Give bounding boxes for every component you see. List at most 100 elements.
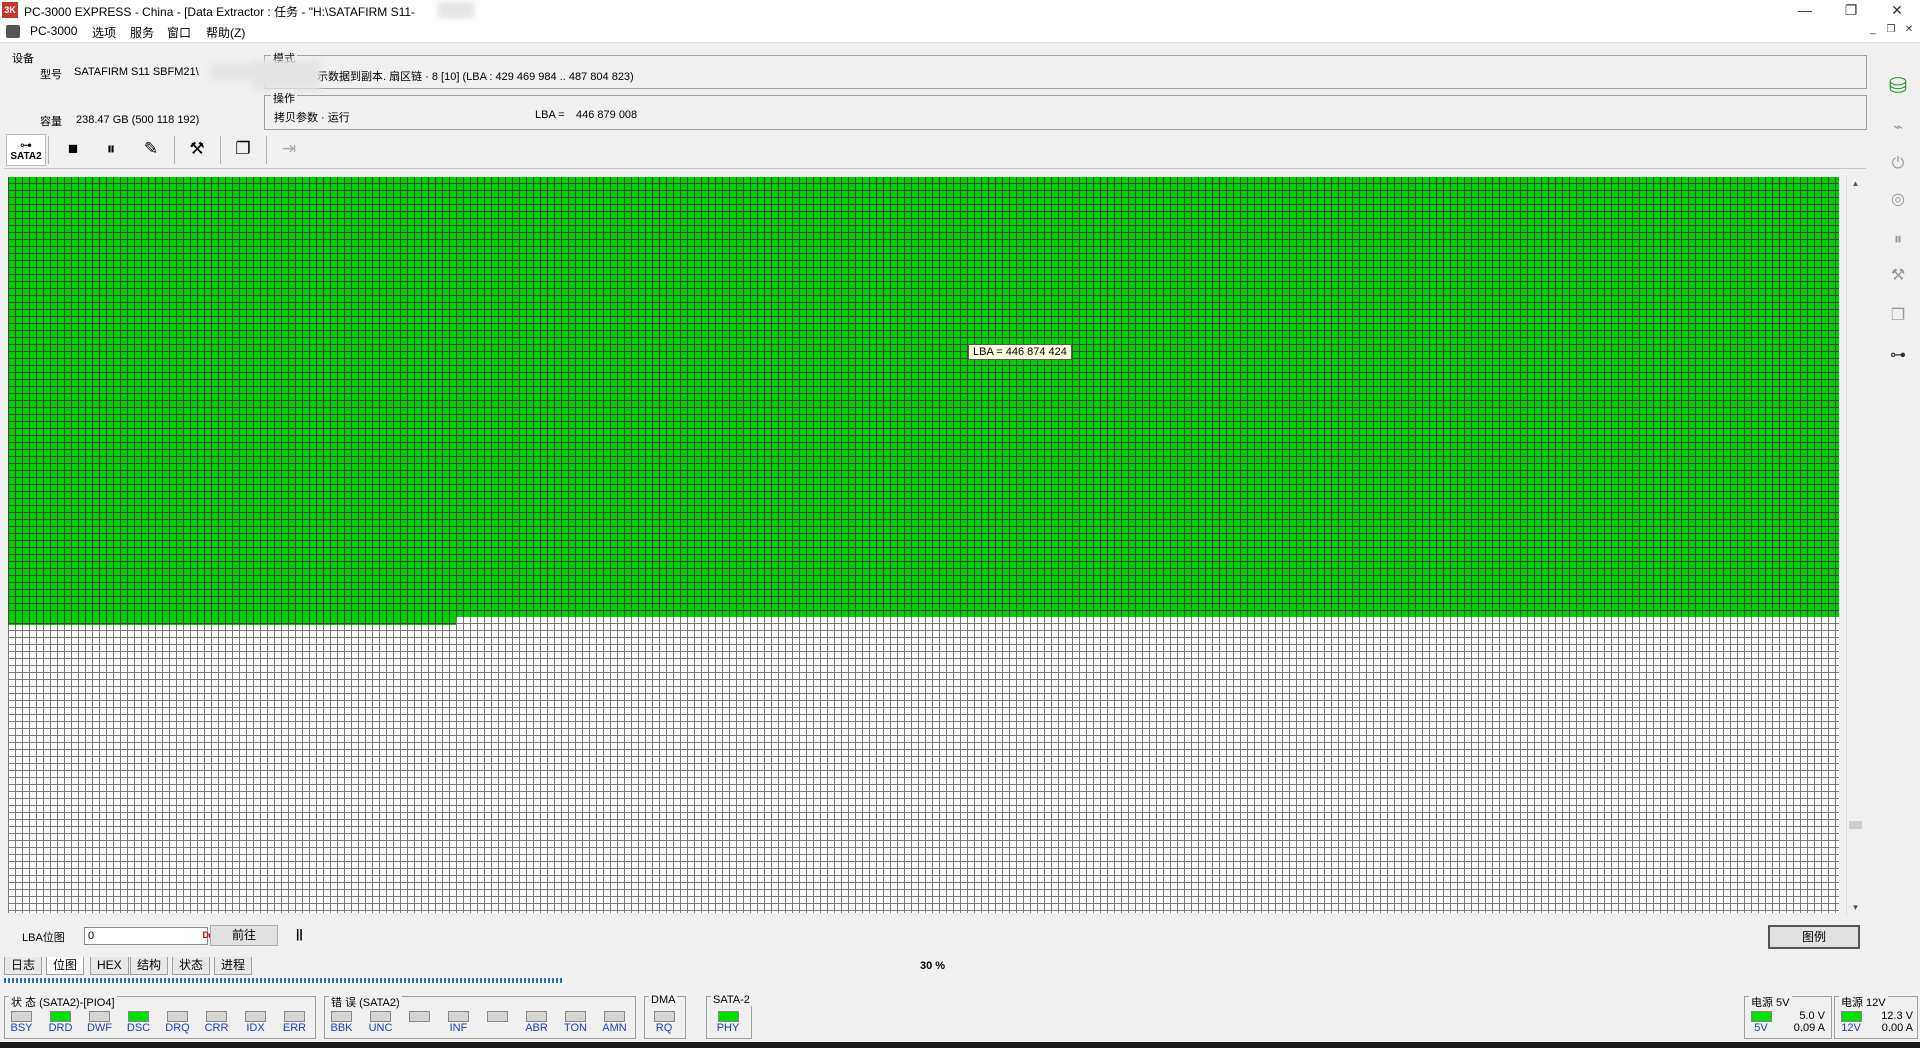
power-control-icon[interactable]: ⏻ (1884, 150, 1912, 178)
tab-structure[interactable]: 结构 (130, 957, 169, 975)
operation-group-label: 操作 (271, 90, 297, 106)
sector-map-pending-area (8, 617, 1839, 913)
state-led-label: DRQ (165, 1022, 190, 1034)
copy-button[interactable]: ❐ (226, 134, 260, 164)
exit-icon: ⇥ (281, 139, 297, 158)
stop-icon: ■ (67, 139, 79, 158)
tools-button[interactable]: ⚒ (180, 134, 214, 164)
side-pause-icon[interactable]: ⏸ (1884, 226, 1912, 254)
state-led-idx (245, 1011, 266, 1022)
close-button[interactable]: ✕ (1874, 0, 1920, 21)
power-off-icon[interactable]: ◎ (1884, 186, 1912, 214)
sector-bitmap[interactable] (8, 177, 1839, 913)
device-group-label: 设备 (12, 53, 34, 65)
scroll-thumb[interactable] (1849, 821, 1862, 829)
sata-connector-icon: ⊶ (20, 138, 32, 152)
tab-process[interactable]: 进程 (214, 957, 253, 975)
error-led-abr (526, 1011, 547, 1022)
exit-button[interactable]: ⇥ (272, 134, 306, 164)
sata-group-title: SATA-2 (711, 994, 752, 1006)
dma-group-title: DMA (649, 994, 678, 1006)
operation-value: 拷贝参数 · 运行 (274, 112, 350, 124)
menu-help[interactable]: 帮助(Z) (206, 24, 245, 41)
reset-icon[interactable]: ⌁ (1884, 114, 1912, 142)
mdi-close-button[interactable]: ✕ (1902, 24, 1916, 37)
sector-map-read-area (8, 177, 1839, 617)
error-led-amn (604, 1011, 625, 1022)
led-5v-label: 5V (1754, 1022, 1768, 1034)
legend-button[interactable]: 图例 (1768, 925, 1860, 949)
sata-cable-icon[interactable]: ⊶ (1884, 342, 1912, 370)
menu-pc3000[interactable]: PC-3000 (30, 24, 77, 38)
scroll-up-arrow-icon[interactable]: ▲ (1847, 175, 1864, 192)
scroll-down-arrow-icon[interactable]: ▼ (1847, 899, 1864, 916)
progress-percent-text: 30 % (920, 960, 946, 972)
copy-disabled-icon[interactable]: ❐ (1884, 302, 1912, 330)
error-led-inf (448, 1011, 469, 1022)
sata2-port-button[interactable]: ⊶ SATA2 (6, 134, 46, 166)
capacity-label: 容量 (40, 116, 62, 128)
edit-document-icon: ✎ (143, 139, 159, 158)
window-title: PC-3000 EXPRESS - China - [Data Extracto… (24, 5, 416, 19)
mdi-app-icon[interactable] (6, 25, 20, 38)
menu-service[interactable]: 服务 (130, 24, 154, 41)
power-12v-title: 电源 12V (1839, 994, 1888, 1010)
error-led-ton (565, 1011, 586, 1022)
error-indicator-group: 错 误 (SATA2) BBK UNC INF ABR TON AMN (324, 994, 636, 1039)
toolbar-separator (220, 136, 221, 164)
mdi-restore-button[interactable]: ❐ (1884, 24, 1898, 37)
menu-options[interactable]: 选项 (92, 24, 116, 41)
power-12v-voltage: 12.3 V (1881, 1010, 1913, 1022)
state-led-crr (206, 1011, 227, 1022)
state-led-drd (50, 1011, 71, 1022)
restore-button[interactable]: ❐ (1828, 0, 1874, 21)
toolbar-separator (48, 136, 49, 164)
toolbar-separator (266, 136, 267, 164)
error-led-bbk (331, 1011, 352, 1022)
tab-log[interactable]: 日志 (4, 957, 43, 975)
led-rq (654, 1011, 675, 1022)
mode-value: 示数据到副本. 扇区链 · 8 [10] (LBA : 429 469 984 … (317, 71, 634, 83)
tab-hex[interactable]: HEX (90, 957, 129, 975)
error-group-title: 错 误 (SATA2) (329, 994, 402, 1010)
led-phy-label: PHY (716, 1022, 740, 1034)
error-led-label: TON (563, 1022, 588, 1034)
state-led-label: DSC (126, 1022, 151, 1034)
database-icon[interactable]: ⛁ (1884, 72, 1912, 100)
menu-window[interactable]: 窗口 (167, 24, 191, 41)
power-5v-title: 电源 5V (1749, 994, 1792, 1010)
stop-button[interactable]: ■ (56, 134, 90, 164)
go-button[interactable]: 前往 (210, 925, 278, 946)
mode-panel: 模式 示数据到副本. 扇区链 · 8 [10] (LBA : 429 469 9… (264, 50, 1867, 89)
pause-icon: ⏸ (106, 139, 116, 158)
dma-indicator-group: DMA RQ (644, 994, 686, 1039)
state-led-label: CRR (204, 1022, 229, 1034)
tools-disabled-icon[interactable]: ⚒ (1884, 262, 1912, 290)
pause-button[interactable]: ⏸ (94, 134, 128, 164)
tab-status[interactable]: 状态 (172, 957, 211, 975)
state-indicator-group: 状 态 (SATA2)-[PIO4] BSY DRD DWF DSC DRQ CRR IDX… (4, 994, 316, 1039)
edit-task-button[interactable]: ✎ (134, 134, 168, 164)
error-led-blank-2 (409, 1011, 430, 1022)
os-taskbar (0, 1042, 1920, 1048)
led-phy (718, 1011, 739, 1022)
state-led-bsy (11, 1011, 32, 1022)
state-led-err (284, 1011, 305, 1022)
mdi-minimize-button[interactable]: _ (1866, 24, 1880, 37)
tools-icon: ⚒ (189, 139, 205, 158)
minimize-button[interactable]: — (1782, 0, 1828, 21)
map-scrollbar[interactable]: ▲ ▼ (1846, 175, 1864, 916)
state-led-drq (167, 1011, 188, 1022)
state-led-label: DWF (86, 1022, 113, 1034)
error-led-unc (370, 1011, 391, 1022)
led-12v (1841, 1011, 1862, 1022)
lba-position-input[interactable]: 0 (84, 927, 208, 945)
tab-bitmap[interactable]: 位图 (46, 957, 85, 975)
power-12v-group: 电源 12V 12V 12.3 V 0.00 A (1834, 994, 1918, 1039)
lba-label: LBA = (535, 109, 565, 121)
state-led-label: ERR (282, 1022, 307, 1034)
tooltip-lba-label: LBA = (973, 346, 1003, 358)
led-5v (1751, 1011, 1772, 1022)
map-pause-button[interactable]: || (296, 927, 303, 941)
toolbar-separator (174, 136, 175, 164)
